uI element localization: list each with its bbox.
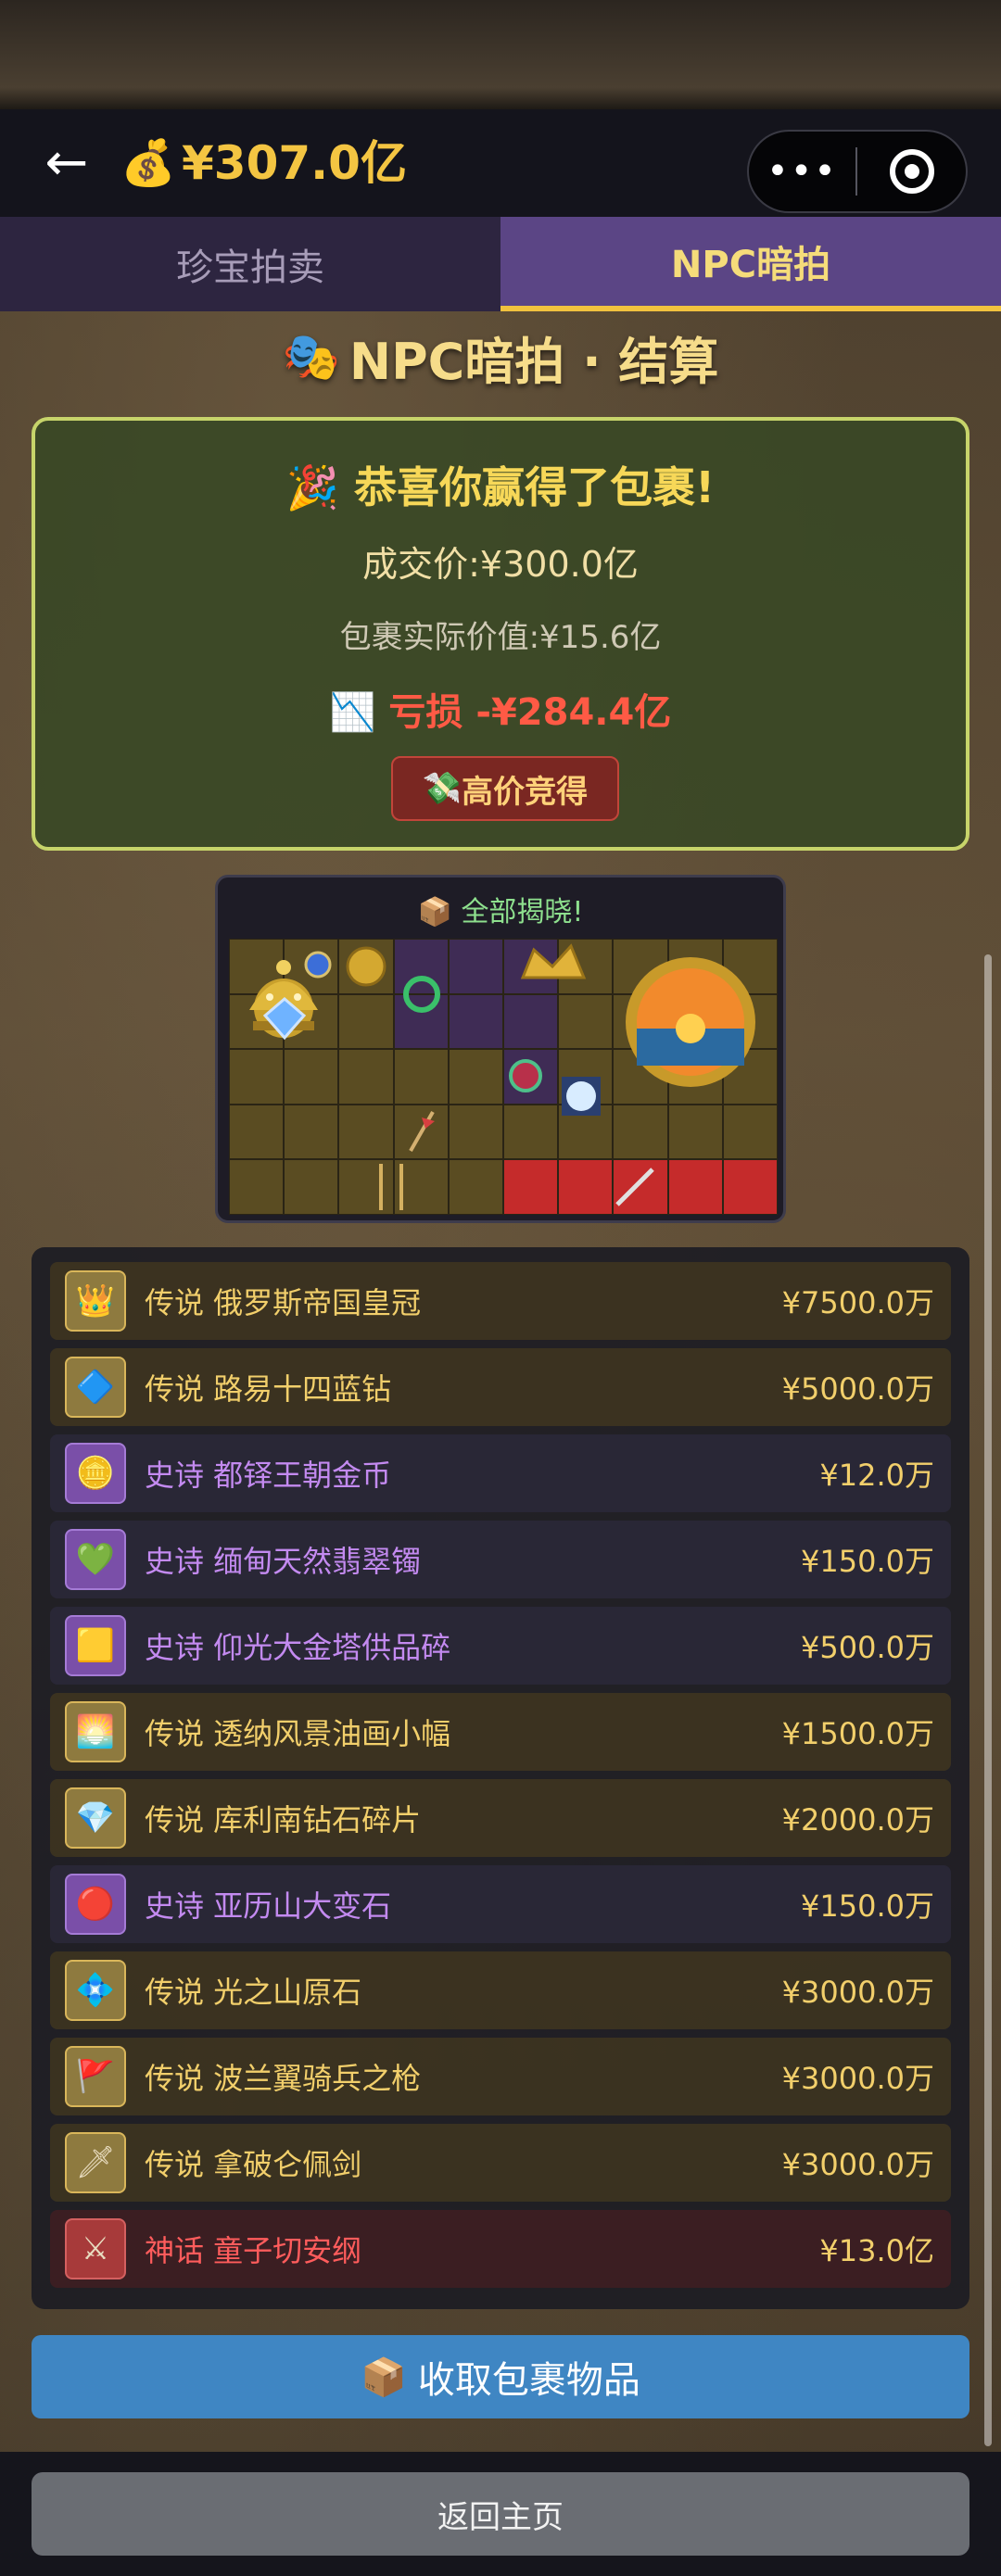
alexandrite-item-icon bbox=[498, 1048, 553, 1104]
item-price: ¥2000.0万 bbox=[781, 1802, 934, 1837]
item-price: ¥13.0亿 bbox=[819, 2233, 934, 2268]
back-arrow-icon[interactable]: ← bbox=[33, 137, 100, 189]
list-item[interactable]: 💚 史诗 缅甸天然翡翠镯 ¥150.0万 bbox=[50, 1521, 951, 1598]
item-price: ¥5000.0万 bbox=[781, 1371, 934, 1407]
item-icon: 🔷 bbox=[65, 1357, 126, 1418]
grid-title-text: 全部揭晓! bbox=[461, 896, 584, 928]
list-item[interactable]: 🪙 史诗 都铎王朝金币 ¥12.0万 bbox=[50, 1434, 951, 1512]
item-icon: 💎 bbox=[65, 1787, 126, 1849]
jade-bangle-item-icon bbox=[394, 966, 450, 1022]
item-name: 神话 童子切安纲 bbox=[145, 2233, 362, 2268]
page-title-text: NPC暗拍 · 结算 bbox=[348, 332, 719, 391]
congrats-line: 🎉 恭喜你赢得了包裹! bbox=[35, 454, 966, 515]
item-price: ¥1500.0万 bbox=[781, 1716, 934, 1751]
cullinan-diamond-item-icon bbox=[257, 991, 312, 1046]
item-price: ¥7500.0万 bbox=[781, 1285, 934, 1320]
package-icon: 📦 bbox=[417, 896, 452, 928]
item-icon: 🌅 bbox=[65, 1701, 126, 1762]
close-miniprogram-button[interactable] bbox=[857, 149, 966, 194]
item-price: ¥3000.0万 bbox=[781, 2061, 934, 2096]
list-item[interactable]: 👑 传说 俄罗斯帝国皇冠 ¥7500.0万 bbox=[50, 1262, 951, 1340]
list-item[interactable]: 🔷 传说 路易十四蓝钻 ¥5000.0万 bbox=[50, 1348, 951, 1426]
target-icon bbox=[889, 149, 934, 194]
item-icon: 🟨 bbox=[65, 1615, 126, 1676]
footer-bar: 返回主页 bbox=[0, 2452, 1001, 2576]
list-item[interactable]: 🌅 传说 透纳风景油画小幅 ¥1500.0万 bbox=[50, 1693, 951, 1771]
tab-bar: 珍宝拍卖 NPC暗拍 bbox=[0, 217, 1001, 311]
item-icon: 🪙 bbox=[65, 1443, 126, 1504]
party-popper-icon: 🎉 bbox=[285, 462, 340, 512]
status-area bbox=[0, 0, 1001, 109]
item-price: ¥500.0万 bbox=[801, 1630, 934, 1665]
gold-coin-item-icon bbox=[338, 939, 394, 994]
item-icon: 🗡 bbox=[65, 2132, 126, 2193]
loss-line: 📉 亏损 -¥284.4亿 bbox=[35, 682, 966, 736]
reveal-grid-panel: 📦 全部揭晓! bbox=[215, 875, 786, 1223]
item-name: 史诗 缅甸天然翡翠镯 bbox=[145, 1544, 422, 1579]
item-name: 传说 透纳风景油画小幅 bbox=[145, 1716, 451, 1751]
item-price: ¥12.0万 bbox=[819, 1458, 934, 1493]
item-name: 史诗 亚历山大变石 bbox=[145, 1888, 392, 1924]
item-name: 传说 路易十四蓝钻 bbox=[145, 1371, 392, 1407]
painting-item-icon bbox=[607, 939, 774, 1105]
balance-amount: ¥307.0亿 bbox=[182, 136, 407, 190]
item-name: 传说 拿破仑佩剑 bbox=[145, 2147, 362, 2182]
deal-price: 成交价:¥300.0亿 bbox=[362, 544, 639, 585]
gold-fragment-item-icon bbox=[498, 939, 607, 994]
money-wings-icon: 💸 bbox=[422, 770, 462, 807]
item-name: 传说 光之山原石 bbox=[145, 1975, 362, 2010]
miniprogram-capsule: ••• bbox=[747, 130, 968, 213]
blue-diamond-item-icon bbox=[299, 946, 336, 983]
list-item[interactable]: 💎 传说 库利南钻石碎片 ¥2000.0万 bbox=[50, 1779, 951, 1857]
header-bar: ← 💰 ¥307.0亿 ••• bbox=[0, 109, 1001, 217]
item-name: 传说 库利南钻石碎片 bbox=[145, 1802, 422, 1837]
item-price: ¥150.0万 bbox=[801, 1544, 934, 1579]
tab-treasure-auction[interactable]: 珍宝拍卖 bbox=[0, 217, 500, 311]
item-price: ¥150.0万 bbox=[801, 1888, 934, 1924]
return-home-button[interactable]: 返回主页 bbox=[32, 2472, 969, 2556]
item-price: ¥3000.0万 bbox=[781, 1975, 934, 2010]
katana-item-icon bbox=[607, 1159, 663, 1215]
list-item[interactable]: 🚩 传说 波兰翼骑兵之枪 ¥3000.0万 bbox=[50, 2038, 951, 2115]
list-item[interactable]: ⚔ 神话 童子切安纲 ¥13.0亿 bbox=[50, 2210, 951, 2288]
item-icon: 🚩 bbox=[65, 2046, 126, 2107]
lance-item-icon bbox=[394, 1104, 450, 1159]
grid-items bbox=[229, 939, 778, 1215]
page-title: 🎭 NPC暗拍 · 结算 bbox=[0, 315, 1001, 398]
money-bag-icon: 💰 bbox=[120, 137, 176, 189]
item-name: 史诗 仰光大金塔供品碎 bbox=[145, 1630, 451, 1665]
item-name: 传说 俄罗斯帝国皇冠 bbox=[145, 1285, 422, 1320]
list-item[interactable]: 🟨 史诗 仰光大金塔供品碎 ¥500.0万 bbox=[50, 1607, 951, 1685]
item-icon: 💚 bbox=[65, 1529, 126, 1590]
congrats-text: 恭喜你赢得了包裹! bbox=[354, 462, 716, 512]
loss-text: 亏损 -¥284.4亿 bbox=[388, 691, 672, 734]
list-item[interactable]: 🔴 史诗 亚历山大变石 ¥150.0万 bbox=[50, 1865, 951, 1943]
collect-button-label: 收取包裹物品 bbox=[417, 2359, 640, 2402]
list-item[interactable]: 💠 传说 光之山原石 ¥3000.0万 bbox=[50, 1951, 951, 2029]
item-icon: 💠 bbox=[65, 1960, 126, 2021]
item-icon: 👑 bbox=[65, 1270, 126, 1332]
chart-down-icon: 📉 bbox=[329, 691, 376, 734]
item-list: 👑 传说 俄罗斯帝国皇冠 ¥7500.0万 🔷 传说 路易十四蓝钻 ¥5000.0万 🪙 史诗… bbox=[32, 1247, 969, 2309]
item-icon: 🔴 bbox=[65, 1874, 126, 1935]
grid-title: 📦 全部揭晓! bbox=[218, 889, 783, 929]
item-name: 史诗 都铎王朝金币 bbox=[145, 1458, 392, 1493]
item-price: ¥3000.0万 bbox=[781, 2147, 934, 2182]
koh-i-noor-item-icon bbox=[553, 1068, 609, 1124]
theater-masks-icon: 🎭 bbox=[282, 329, 340, 384]
tab-npc-blind-auction[interactable]: NPC暗拍 bbox=[500, 217, 1001, 311]
more-menu-icon[interactable]: ••• bbox=[749, 130, 855, 213]
scrollbar[interactable] bbox=[984, 954, 992, 2446]
actual-value: 包裹实际价值:¥15.6亿 bbox=[339, 619, 662, 656]
item-name: 传说 波兰翼骑兵之枪 bbox=[145, 2061, 422, 2096]
status-badge: 💸 高价竞得 bbox=[391, 756, 619, 821]
badge-text: 高价竞得 bbox=[462, 773, 589, 811]
sword-item-icon bbox=[338, 1159, 448, 1215]
package-icon: 📦 bbox=[361, 2355, 407, 2399]
list-item[interactable]: 🗡 传说 拿破仑佩剑 ¥3000.0万 bbox=[50, 2124, 951, 2202]
collect-package-button[interactable]: 📦 收取包裹物品 bbox=[32, 2335, 969, 2418]
item-icon: ⚔ bbox=[65, 2218, 126, 2279]
result-card: 🎉 恭喜你赢得了包裹! 成交价:¥300.0亿 包裹实际价值:¥15.6亿 📉 … bbox=[32, 417, 969, 851]
